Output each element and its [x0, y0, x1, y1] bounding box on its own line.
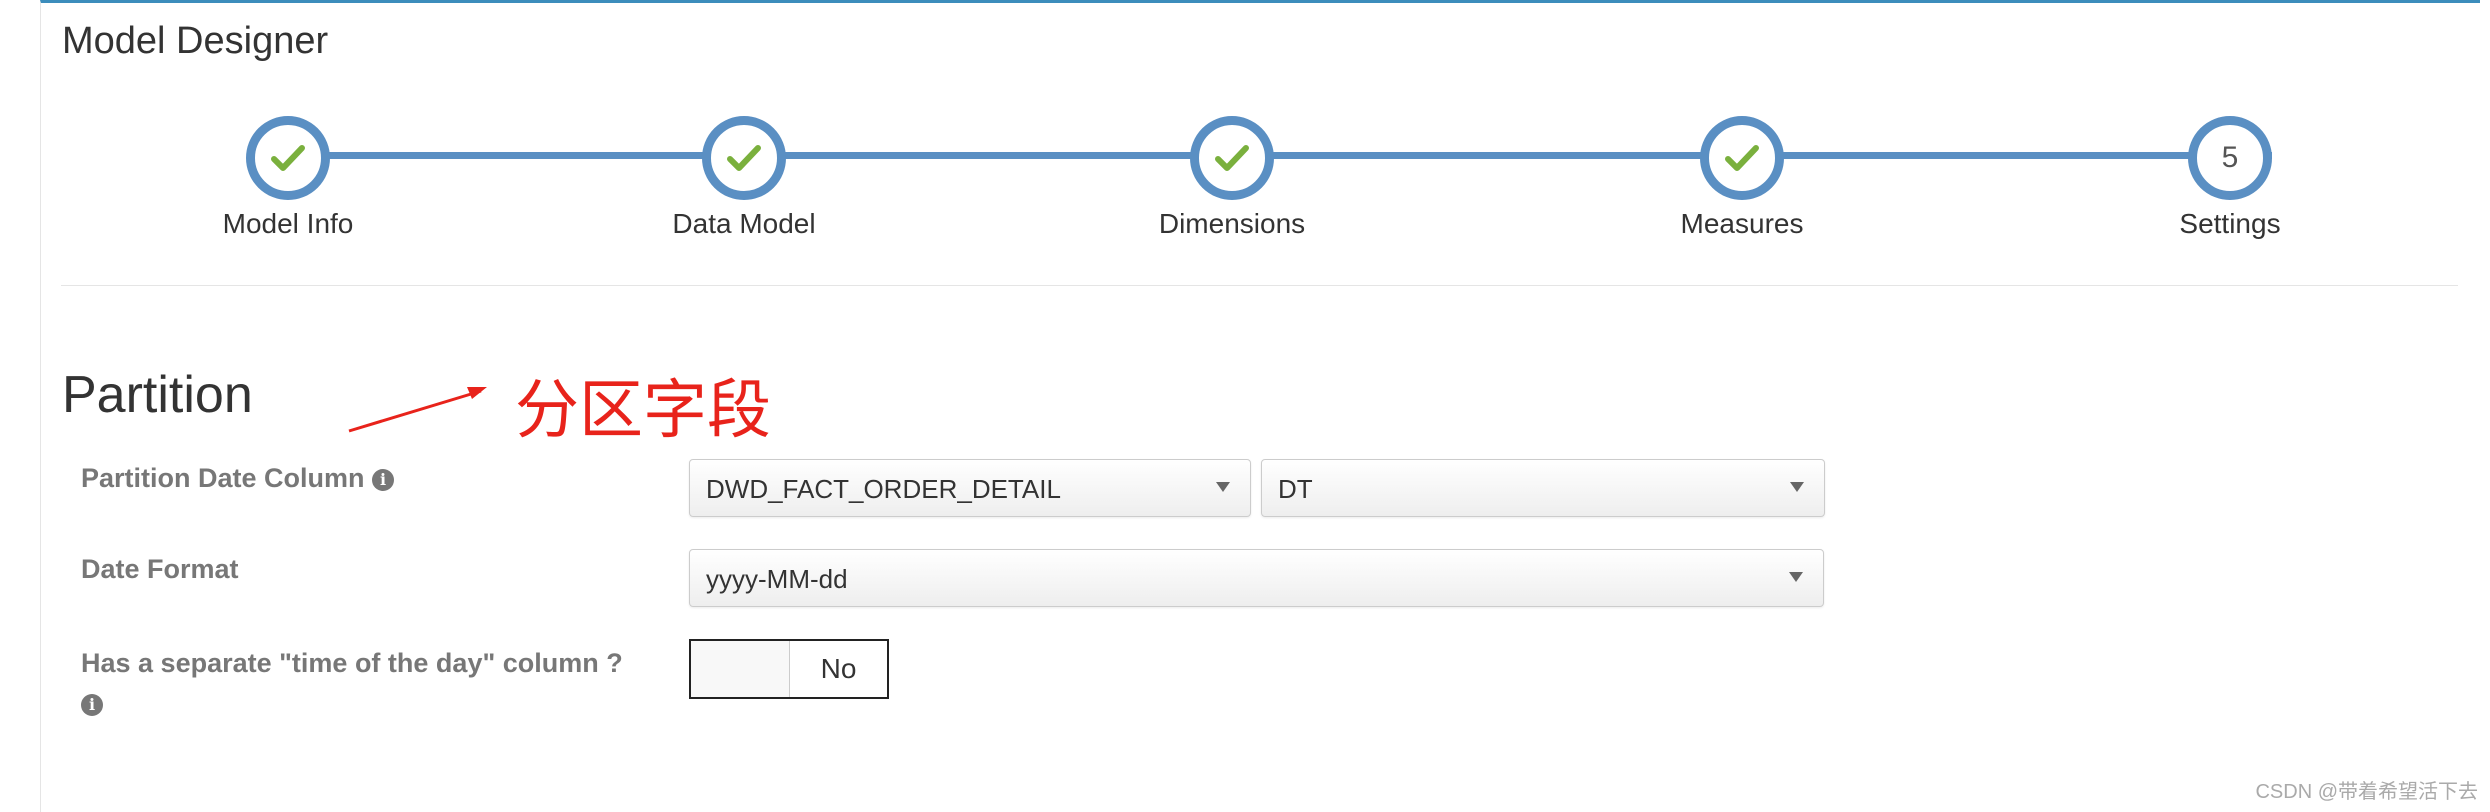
step-label: Data Model [672, 208, 816, 239]
partition-column-select[interactable]: DT [1261, 459, 1825, 517]
info-icon[interactable]: i [372, 468, 395, 491]
step-circle [1190, 116, 1274, 200]
wizard-step-dimensions[interactable]: Dimensions [1082, 116, 1382, 240]
partition-date-column-label: Partition Date Column i [81, 463, 395, 494]
label-text: Has a separate "time of the day" column … [81, 648, 623, 678]
select-value: DT [1278, 474, 1313, 504]
watermark: CSDN @带着希望活下去 [2255, 781, 2478, 803]
check-icon [1215, 145, 1249, 171]
toggle-handle [691, 641, 790, 697]
wizard-step-settings[interactable]: 5 Settings [2080, 116, 2380, 240]
step-label: Dimensions [1158, 208, 1306, 239]
info-icon[interactable]: i [81, 693, 103, 716]
step-circle-current: 5 [2188, 116, 2272, 200]
step-number: 5 [2221, 141, 2239, 174]
annotation-text: 分区字段 [515, 374, 771, 446]
step-label: Measures [1680, 208, 1804, 239]
annotation-arrow-icon [348, 387, 487, 433]
select-value: DWD_FACT_ORDER_DETAIL [706, 474, 1061, 504]
time-column-toggle[interactable]: No [689, 639, 889, 699]
check-icon [727, 145, 761, 171]
step-circle [1700, 116, 1784, 200]
date-format-select[interactable]: yyyy-MM-dd [689, 549, 1824, 607]
step-label: Settings [2179, 208, 2281, 239]
partition-table-select[interactable]: DWD_FACT_ORDER_DETAIL [689, 459, 1251, 517]
step-circle [702, 116, 786, 200]
wizard-step-data-model[interactable]: Data Model [594, 116, 894, 240]
time-column-label: Has a separate "time of the day" column … [81, 643, 661, 723]
select-value: yyyy-MM-dd [706, 564, 848, 594]
caret-down-icon [1790, 482, 1804, 492]
caret-down-icon [1789, 572, 1803, 582]
wizard-step-measures[interactable]: Measures [1592, 116, 1892, 240]
label-text: Partition Date Column [81, 463, 365, 493]
model-designer-panel: Model Designer Model Info Data Model Dim… [40, 0, 2480, 812]
caret-down-icon [1216, 482, 1230, 492]
toggle-label: No [820, 653, 857, 684]
check-icon [1725, 145, 1759, 171]
date-format-label: Date Format [81, 554, 239, 584]
